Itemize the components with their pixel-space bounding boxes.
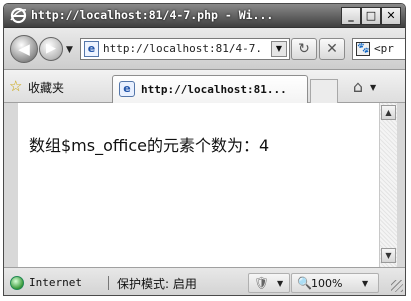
tab-label: http://localhost:81... (141, 83, 287, 96)
page-icon: e (84, 41, 99, 57)
forward-button[interactable]: ▶ (39, 37, 63, 61)
vertical-scrollbar[interactable]: ▲ ▼ (379, 103, 397, 267)
zoom-level: 100% (311, 277, 343, 290)
forward-arrow-icon: ▶ (46, 41, 56, 56)
title-bar: http://localhost:81/4-7.php - Wi... _ □ … (4, 4, 405, 28)
window-title: http://localhost:81/4-7.php - Wi... (31, 8, 274, 22)
stop-button[interactable]: ✕ (319, 38, 345, 60)
address-dropdown-button[interactable]: ▼ (271, 41, 287, 57)
back-arrow-icon: ◀ (18, 40, 30, 58)
address-input[interactable]: http://localhost:81/4-7.php (103, 42, 263, 58)
close-button[interactable]: ✕ (381, 7, 401, 25)
status-separator (108, 276, 109, 290)
back-button[interactable]: ◀ (10, 35, 38, 63)
zoom-button[interactable]: 🔍 100% ▼ (291, 273, 379, 293)
maximize-button[interactable]: □ (361, 7, 381, 25)
chevron-down-icon: ▼ (362, 279, 369, 288)
new-tab-button[interactable] (310, 79, 338, 103)
search-input[interactable]: <pr (374, 42, 394, 55)
address-bar[interactable]: e http://localhost:81/4-7.php ▼ (80, 38, 290, 60)
browser-window: http://localhost:81/4-7.php - Wi... _ □ … (3, 3, 406, 296)
magnifier-icon: 🔍 (297, 276, 312, 290)
security-zone-label: Internet (29, 276, 82, 289)
scroll-down-button[interactable]: ▼ (381, 248, 396, 263)
content-left-edge (4, 103, 18, 267)
home-icon[interactable]: ⌂ (347, 76, 369, 98)
chevron-down-icon: ▼ (277, 279, 284, 288)
refresh-icon: ↻ (298, 41, 310, 57)
navigation-bar: ◀ ▶ ▼ e http://localhost:81/4-7.php ▼ ↻ … (4, 28, 405, 70)
tab-page-icon: e (119, 81, 135, 97)
resize-grip-icon[interactable] (391, 280, 403, 292)
favorites-bar: ☆ 收藏夹 e http://localhost:81... ⌂ ▼ (4, 70, 405, 103)
favorites-star-icon[interactable]: ☆ (9, 77, 22, 95)
minimize-button[interactable]: _ (341, 7, 361, 25)
search-provider-icon: 🐾 (356, 42, 370, 56)
security-status-button[interactable]: 🛡 ▼ (248, 273, 290, 293)
protected-mode-label: 保护模式: 启用 (117, 277, 197, 291)
stop-icon: ✕ (326, 41, 338, 57)
search-box[interactable]: 🐾 <pr (352, 38, 405, 60)
status-bar: Internet 保护模式: 启用 🛡 ▼ 🔍 100% ▼ (4, 267, 405, 295)
recent-pages-dropdown[interactable]: ▼ (66, 45, 73, 55)
page-content: 数组$ms_office的元素个数为：4 (18, 103, 393, 267)
shield-icon: 🛡 (254, 276, 270, 290)
globe-icon (10, 276, 24, 290)
refresh-button[interactable]: ↻ (291, 38, 317, 60)
tab-current[interactable]: e http://localhost:81... (112, 75, 308, 103)
favorites-button[interactable]: 收藏夹 (28, 79, 64, 96)
home-dropdown-icon[interactable]: ▼ (370, 83, 376, 92)
ie-logo-icon (10, 7, 27, 24)
scroll-up-button[interactable]: ▲ (381, 105, 396, 120)
result-text: 数组$ms_office的元素个数为：4 (29, 136, 270, 155)
